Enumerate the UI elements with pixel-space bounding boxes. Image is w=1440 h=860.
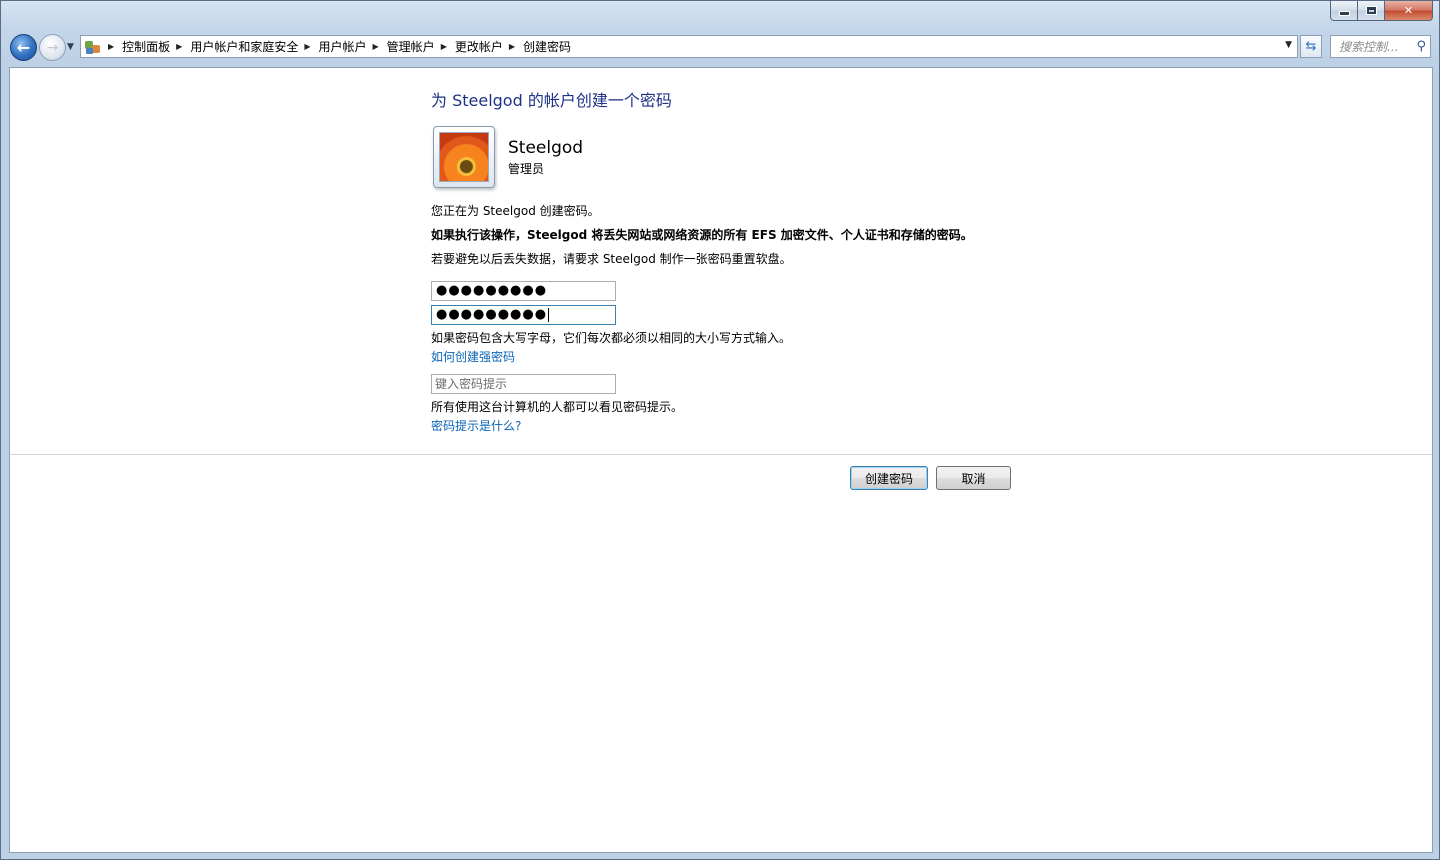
password-hint-placeholder: 键入密码提示	[435, 377, 508, 391]
refresh-icon: ⇆	[1305, 39, 1317, 54]
caption-buttons: ✕	[1330, 1, 1433, 21]
control-panel-icon	[84, 39, 102, 55]
divider	[10, 454, 1432, 455]
breadcrumb-change-account[interactable]: 更改帐户	[455, 38, 503, 55]
page-title: 为 Steelgod 的帐户创建一个密码	[431, 91, 672, 110]
navigation-bar: ← → ▼ ▶ 控制面板 ▶ 用户帐户和家庭安全 ▶ 用户帐户 ▶ 管理帐户 ▶…	[1, 31, 1439, 65]
search-input[interactable]: 搜索控制... ⚲	[1330, 35, 1431, 58]
forward-arrow-icon: →	[46, 39, 59, 56]
back-button[interactable]: ←	[10, 34, 37, 61]
title-bar: ✕	[1, 1, 1439, 31]
breadcrumb-manage-accounts[interactable]: 管理帐户	[387, 38, 435, 55]
control-panel-window: ✕ ← → ▼ ▶ 控制面板 ▶ 用户帐户和家庭安全 ▶ 用户帐户 ▶ 管理帐户…	[0, 0, 1440, 860]
confirm-password-field[interactable]: ●●●●●●●●●	[431, 305, 616, 325]
user-role: 管理员	[508, 162, 545, 176]
breadcrumb-create-password[interactable]: 创建密码	[523, 38, 571, 55]
breadcrumb-separator[interactable]: ▶	[176, 42, 182, 51]
new-password-field[interactable]: ●●●●●●●●●	[431, 281, 616, 301]
search-placeholder: 搜索控制...	[1339, 40, 1399, 54]
info-text: 您正在为 Steelgod 创建密码。	[431, 204, 600, 218]
breadcrumb-control-panel[interactable]: 控制面板	[122, 38, 170, 55]
what-is-hint-link[interactable]: 密码提示是什么?	[431, 417, 521, 434]
breadcrumb-separator[interactable]: ▶	[373, 42, 379, 51]
content-pane: 为 Steelgod 的帐户创建一个密码 Steelgod 管理员 您正在为 S…	[9, 67, 1433, 853]
strong-password-link[interactable]: 如何创建强密码	[431, 348, 515, 365]
recent-pages-dropdown[interactable]: ▼	[67, 42, 74, 52]
breadcrumb-user-accounts-family-safety[interactable]: 用户帐户和家庭安全	[190, 38, 298, 55]
address-bar[interactable]: ▶ 控制面板 ▶ 用户帐户和家庭安全 ▶ 用户帐户 ▶ 管理帐户 ▶ 更改帐户 …	[80, 35, 1298, 58]
breadcrumb-user-accounts[interactable]: 用户帐户	[319, 38, 367, 55]
case-sensitivity-note: 如果密码包含大写字母，它们每次都必须以相同的大小写方式输入。	[431, 331, 792, 345]
breadcrumb-separator[interactable]: ▶	[509, 42, 515, 51]
minimize-icon	[1338, 11, 1350, 16]
user-picture	[439, 132, 489, 182]
hint-visibility-note: 所有使用这台计算机的人都可以看见密码提示。	[431, 400, 684, 414]
cancel-button[interactable]: 取消	[936, 466, 1011, 490]
password-hint-field[interactable]: 键入密码提示	[431, 374, 616, 394]
text-caret	[548, 307, 550, 322]
back-arrow-icon: ←	[16, 38, 31, 57]
user-name: Steelgod	[508, 138, 584, 158]
avatar	[433, 126, 495, 188]
breadcrumb-separator[interactable]: ▶	[108, 42, 114, 51]
new-password-value: ●●●●●●●●●	[436, 283, 548, 298]
create-password-button[interactable]: 创建密码	[850, 466, 928, 490]
maximize-button[interactable]	[1358, 1, 1385, 21]
advice-text: 若要避免以后丢失数据，请要求 Steelgod 制作一张密码重置软盘。	[431, 252, 792, 266]
confirm-password-value: ●●●●●●●●●	[436, 307, 548, 322]
search-icon[interactable]: ⚲	[1416, 39, 1426, 54]
maximize-icon	[1365, 6, 1377, 15]
breadcrumb-separator[interactable]: ▶	[441, 42, 447, 51]
close-icon: ✕	[1403, 4, 1414, 17]
forward-button[interactable]: →	[39, 34, 66, 61]
address-dropdown-icon[interactable]: ▼	[1285, 40, 1292, 50]
close-button[interactable]: ✕	[1385, 1, 1433, 21]
warning-text: 如果执行该操作，Steelgod 将丢失网站或网络资源的所有 EFS 加密文件、…	[431, 228, 973, 242]
refresh-button[interactable]: ⇆	[1300, 35, 1322, 58]
breadcrumb-separator[interactable]: ▶	[304, 42, 310, 51]
minimize-button[interactable]	[1330, 1, 1358, 21]
